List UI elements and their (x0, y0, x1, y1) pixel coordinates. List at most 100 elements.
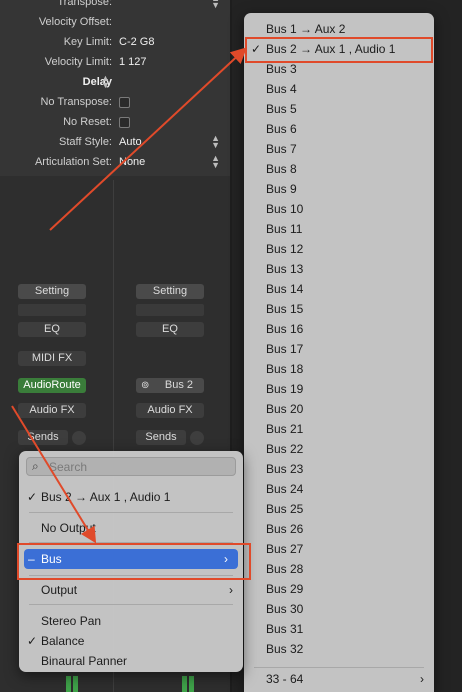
bus-menu-item[interactable]: Bus 29 (244, 579, 434, 599)
search-field[interactable]: ⌕ (26, 457, 236, 476)
bus-menu-item[interactable]: Bus 24 (244, 479, 434, 499)
bus-menu-item-label: Bus 22 (266, 442, 304, 456)
menu-item-current-route[interactable]: ✓ Bus 2 → Aux 1 , Audio 1 (19, 487, 243, 507)
dash-icon: – (28, 552, 35, 566)
checkmark-icon: ✓ (27, 490, 38, 504)
bus-menu-item[interactable]: Bus 28 (244, 559, 434, 579)
strip1-eq-button[interactable]: EQ (18, 322, 86, 337)
bus-menu-item[interactable]: Bus 20 (244, 399, 434, 419)
inspector-value[interactable]: 1 127 (119, 56, 147, 68)
bus-menu-item[interactable]: Bus 12 (244, 239, 434, 259)
bus-menu-item-label: Bus 13 (266, 262, 304, 276)
menu-item-balance[interactable]: ✓ Balance (19, 631, 243, 651)
bus-menu-item-label: Bus 24 (266, 482, 304, 496)
strip2-eq-button[interactable]: EQ (136, 322, 204, 337)
bus-menu-item[interactable]: Bus 4 (244, 79, 434, 99)
balance-label: Balance (41, 634, 85, 648)
up-down-arrow-icon[interactable]: ▲▼ (211, 134, 220, 150)
menu-item-no-output[interactable]: No Output (19, 518, 243, 538)
inspector-checkbox[interactable] (119, 117, 130, 128)
bus-menu-item[interactable]: Bus 11 (244, 219, 434, 239)
strip1-midi-fx-button[interactable]: MIDI FX (18, 351, 86, 366)
inspector-label: No Transpose: (40, 96, 112, 108)
menu-item-binaural-panner[interactable]: Binaural Panner (19, 651, 243, 671)
strip2-sends-button[interactable]: Sends (136, 430, 186, 445)
bus-menu-item[interactable]: Bus 15 (244, 299, 434, 319)
inspector-value[interactable]: None (119, 156, 145, 168)
bus-menu-item[interactable]: Bus 5 (244, 99, 434, 119)
up-down-arrow-icon[interactable]: ▲▼ (101, 74, 110, 90)
chevron-right-icon: › (229, 583, 233, 597)
bus-menu-item[interactable]: Bus 1 → Aux 2 (244, 19, 434, 39)
bus-menu-item[interactable]: Bus 23 (244, 459, 434, 479)
strip2-audio-fx-button[interactable]: Audio FX (136, 403, 204, 418)
strip2-setting-button[interactable]: Setting (136, 284, 204, 299)
checkmark-icon: ✓ (27, 634, 38, 648)
inspector-checkbox[interactable] (119, 97, 130, 108)
strip2-output-label: Bus 2 (164, 379, 194, 391)
bus-menu-item[interactable]: Bus 9 (244, 179, 434, 199)
inspector-label: Articulation Set: (34, 156, 112, 168)
bus-menu-item-label: Bus 17 (266, 342, 304, 356)
bus-menu-item-label: Bus 7 (266, 142, 297, 156)
strip1-level-meter-right (73, 676, 78, 692)
inspector-value[interactable]: C-2 G8 (119, 36, 154, 48)
inspector-label: Staff Style: (59, 136, 112, 148)
bus-menu-item[interactable]: Bus 21 (244, 419, 434, 439)
strip2-send-knob[interactable] (190, 431, 204, 445)
strip1-audio-fx-button[interactable]: Audio FX (18, 403, 86, 418)
inspector-label: Key Limit: (63, 36, 112, 48)
bus-menu-item[interactable]: Bus 16 (244, 319, 434, 339)
search-icon: ⌕ (32, 459, 39, 473)
bus-menu-item[interactable]: Bus 18 (244, 359, 434, 379)
bus-menu-item[interactable]: Bus 31 (244, 619, 434, 639)
up-down-arrow-icon[interactable]: ▲▼ (211, 0, 220, 10)
strip1-slot[interactable] (18, 304, 86, 316)
strip1-sends-button[interactable]: Sends (18, 430, 68, 445)
bus-menu-item-label: Bus 5 (266, 102, 297, 116)
strip1-output-button[interactable]: AudioRoute (18, 378, 86, 393)
menu-item-bus[interactable]: – Bus › (24, 549, 238, 569)
inspector-label: Velocity Offset: (38, 16, 112, 28)
bus-menu-item[interactable]: Bus 32 (244, 639, 434, 659)
inspector-value[interactable]: Auto (119, 136, 142, 148)
bus-menu-item-label: Bus 25 (266, 502, 304, 516)
strip2-output-button[interactable]: ⊚ Bus 2 (136, 378, 204, 393)
bus-menu-item[interactable]: ✓ Bus 2 → Aux 1 , Audio 1 (244, 39, 434, 59)
bus-label: Bus (41, 552, 62, 566)
bus-menu-item[interactable]: Bus 26 (244, 519, 434, 539)
bus-menu-item-label: Bus 2 → Aux 1 , Audio 1 (266, 42, 396, 56)
bus-menu-item-label: Bus 12 (266, 242, 304, 256)
bus-menu-item-label: Bus 23 (266, 462, 304, 476)
bus-menu-item[interactable]: Bus 3 (244, 59, 434, 79)
bus-menu-item[interactable]: Bus 30 (244, 599, 434, 619)
bus-menu-item[interactable]: Bus 8 (244, 159, 434, 179)
stereo-pan-label: Stereo Pan (41, 614, 102, 628)
inspector-row: No Reset: (0, 113, 230, 133)
bus-menu-item[interactable]: Bus 25 (244, 499, 434, 519)
menu-separator (29, 542, 233, 543)
search-input[interactable] (49, 459, 229, 474)
bus-menu-item-label: Bus 29 (266, 582, 304, 596)
menu-item-output[interactable]: Output › (19, 580, 243, 600)
bus-menu-item[interactable]: Bus 6 (244, 119, 434, 139)
bus-menu-item[interactable]: Bus 7 (244, 139, 434, 159)
bus-menu-item[interactable]: Bus 22 (244, 439, 434, 459)
strip1-setting-button[interactable]: Setting (18, 284, 86, 299)
menu-separator (29, 604, 233, 605)
bus-menu-item[interactable]: Bus 27 (244, 539, 434, 559)
strip2-slot[interactable] (136, 304, 204, 316)
menu-separator (29, 512, 233, 513)
bus-menu-item[interactable]: Bus 14 (244, 279, 434, 299)
checkmark-icon: ✓ (251, 42, 262, 56)
menu-item-stereo-pan[interactable]: Stereo Pan (19, 611, 243, 631)
strip1-send-knob[interactable] (72, 431, 86, 445)
bus-menu-item-label: Bus 3 (266, 62, 297, 76)
bus-menu-item[interactable]: Bus 19 (244, 379, 434, 399)
menu-separator (29, 575, 233, 576)
bus-menu-item[interactable]: Bus 17 (244, 339, 434, 359)
bus-menu-item[interactable]: Bus 13 (244, 259, 434, 279)
up-down-arrow-icon[interactable]: ▲▼ (211, 154, 220, 170)
bus-menu-more-item[interactable]: 33 - 64 › (244, 669, 434, 689)
bus-menu-item[interactable]: Bus 10 (244, 199, 434, 219)
